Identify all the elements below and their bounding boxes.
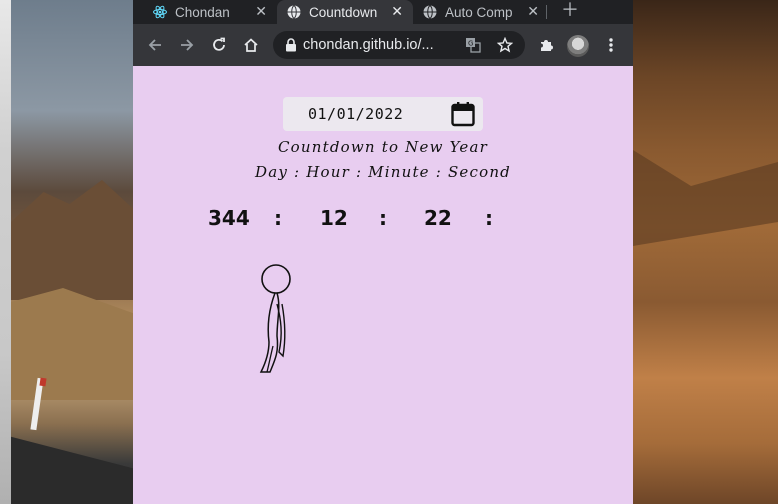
hours-value: 12 xyxy=(320,206,348,230)
profile-avatar[interactable] xyxy=(567,35,589,57)
browser-toolbar: chondan.github.io/... G xyxy=(133,24,633,66)
separator: : xyxy=(485,206,493,230)
tab-auto-complete[interactable]: Auto Comp ✕ xyxy=(413,0,549,24)
wallpaper-road xyxy=(11,436,133,504)
tab-countdown[interactable]: Countdown ✕ xyxy=(277,0,413,24)
browser-window: Chondan ✕ Countdown ✕ Auto Comp ✕ ＋ chon… xyxy=(133,0,633,504)
wallpaper-post-reflector xyxy=(39,377,47,387)
date-input[interactable]: 01/01/2022 xyxy=(283,97,483,131)
separator: : xyxy=(379,206,387,230)
close-tab-icon[interactable]: ✕ xyxy=(255,3,267,20)
desktop-wallpaper-left xyxy=(0,0,133,504)
bookmark-star-icon[interactable] xyxy=(497,37,513,53)
url-text: chondan.github.io/... xyxy=(303,37,434,53)
svg-text:G: G xyxy=(468,40,473,48)
close-tab-icon[interactable]: ✕ xyxy=(391,3,403,20)
reload-icon[interactable] xyxy=(207,33,231,57)
tab-separator xyxy=(546,5,547,19)
globe-icon xyxy=(423,5,437,19)
tab-title: Chondan xyxy=(175,4,230,20)
background-window-edge xyxy=(0,0,11,504)
translate-icon[interactable]: G xyxy=(465,37,481,53)
tab-chondan[interactable]: Chondan ✕ xyxy=(141,0,277,24)
tab-title: Countdown xyxy=(309,4,378,20)
tab-title: Auto Comp xyxy=(445,4,513,20)
unit-labels: Day : Hour : Minute : Second xyxy=(255,163,511,181)
lock-icon[interactable] xyxy=(285,38,297,52)
home-icon[interactable] xyxy=(239,33,263,57)
date-value: 01/01/2022 xyxy=(308,105,404,123)
wallpaper-ridge xyxy=(633,150,778,246)
separator: : xyxy=(274,206,282,230)
page-content: 01/01/2022 Countdown to New Year Day : H… xyxy=(133,66,633,504)
stick-figure-animation xyxy=(259,264,291,373)
close-tab-icon[interactable]: ✕ xyxy=(527,3,539,20)
countdown-display: 344 : 12 : 22 : xyxy=(133,206,633,236)
globe-icon xyxy=(287,5,301,19)
extensions-puzzle-icon[interactable] xyxy=(534,33,558,57)
desktop-wallpaper-right xyxy=(633,0,778,504)
back-arrow-icon[interactable] xyxy=(143,33,167,57)
new-tab-icon[interactable]: ＋ xyxy=(561,0,579,24)
address-bar[interactable]: chondan.github.io/... G xyxy=(273,31,525,59)
calendar-icon[interactable] xyxy=(451,101,475,127)
forward-arrow-icon[interactable] xyxy=(175,33,199,57)
countdown-title: Countdown to New Year xyxy=(278,138,488,156)
tab-bar: Chondan ✕ Countdown ✕ Auto Comp ✕ ＋ xyxy=(133,0,633,24)
days-value: 344 xyxy=(208,206,250,230)
minutes-value: 22 xyxy=(424,206,452,230)
menu-kebab-icon[interactable] xyxy=(599,33,623,57)
wallpaper-hill xyxy=(11,180,133,300)
react-icon xyxy=(153,5,167,19)
